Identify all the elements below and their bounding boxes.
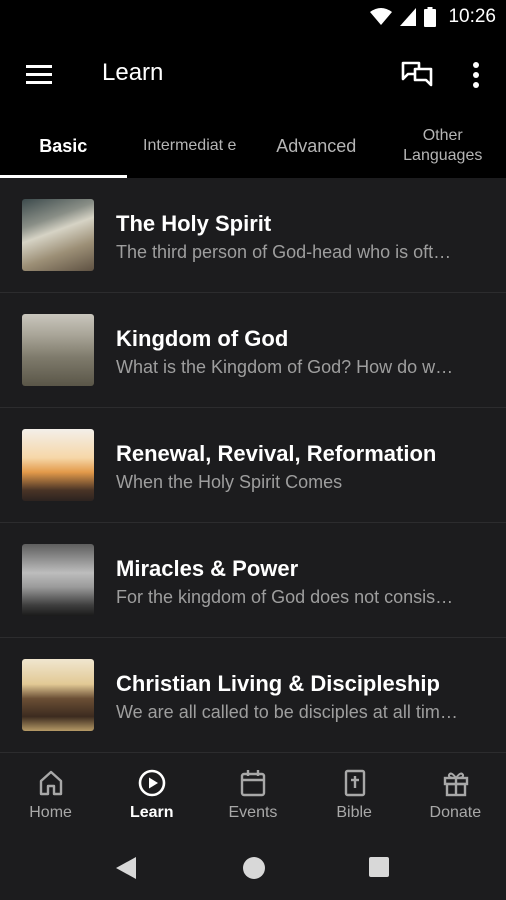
tab-intermediate[interactable]: Intermediat e [127, 114, 254, 178]
app-bar: Learn [0, 36, 506, 114]
back-icon[interactable] [114, 855, 138, 881]
tab-basic[interactable]: Basic [0, 114, 127, 178]
nav-bible[interactable]: Bible [304, 754, 405, 834]
play-circle-icon [138, 769, 166, 797]
status-time: 10:26 [448, 6, 496, 27]
gift-icon [443, 772, 468, 797]
bible-icon [344, 769, 365, 797]
nav-learn[interactable]: Learn [101, 754, 202, 834]
lesson-list: The Holy Spirit The third person of God-… [0, 178, 506, 754]
bottom-navigation: Home Learn Events Bible Donate [0, 754, 506, 834]
menu-icon[interactable] [24, 62, 54, 86]
home-button[interactable] [243, 857, 265, 879]
calendar-icon [241, 770, 266, 797]
tab-bar: Basic Intermediat e Advanced Other Langu… [0, 114, 506, 178]
list-item[interactable]: Renewal, Revival, Reformation When the H… [0, 408, 506, 523]
home-icon [39, 770, 63, 796]
miracles-thumbnail [22, 544, 94, 616]
recents-button[interactable] [369, 857, 389, 877]
chat-icon[interactable] [400, 58, 434, 92]
list-item[interactable]: The Holy Spirit The third person of God-… [0, 178, 506, 293]
system-navigation-bar [0, 834, 506, 900]
list-item[interactable]: Christian Living & Discipleship We are a… [0, 638, 506, 753]
more-options-icon[interactable] [462, 58, 490, 92]
christian-living-thumbnail [22, 659, 94, 731]
tab-advanced[interactable]: Advanced [253, 114, 380, 178]
nav-donate[interactable]: Donate [405, 754, 506, 834]
holy-spirit-thumbnail [22, 199, 94, 271]
nav-events[interactable]: Events [202, 754, 303, 834]
tab-other-languages[interactable]: Other Languages [380, 114, 506, 178]
page-title: Learn [102, 59, 164, 86]
signal-icon [400, 8, 417, 26]
status-bar: 10:26 [0, 0, 506, 36]
renewal-thumbnail [22, 429, 94, 501]
nav-home[interactable]: Home [0, 754, 101, 834]
battery-icon [424, 7, 437, 27]
list-item[interactable]: Miracles & Power For the kingdom of God … [0, 523, 506, 638]
wifi-icon [370, 8, 393, 25]
list-item[interactable]: Kingdom of God What is the Kingdom of Go… [0, 293, 506, 408]
kingdom-of-god-thumbnail [22, 314, 94, 386]
